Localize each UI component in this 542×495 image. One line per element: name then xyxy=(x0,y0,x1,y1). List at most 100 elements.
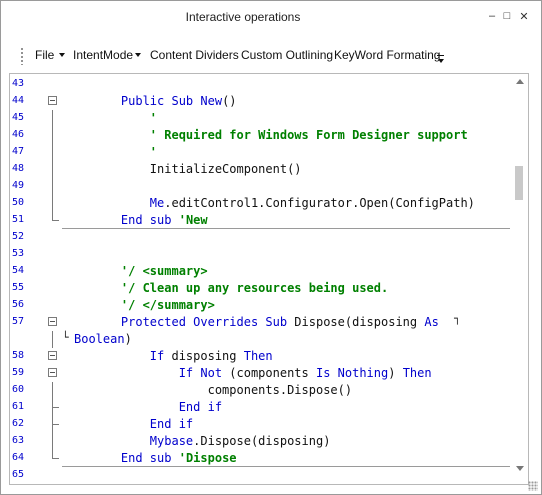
line-number: 59 xyxy=(12,367,25,378)
outline-guide xyxy=(52,161,53,178)
code-text: '/ </summary> xyxy=(120,298,215,312)
code-text: End sub 'New xyxy=(120,213,208,227)
file-dropdown-arrow-icon[interactable] xyxy=(59,53,65,57)
code-text: End if xyxy=(149,417,194,431)
code-text: Mybase.Dispose(disposing) xyxy=(149,434,331,448)
code-line[interactable]: 47 ' xyxy=(10,144,510,161)
outline-end-tick xyxy=(52,407,59,408)
line-number: 55 xyxy=(12,282,25,293)
line-number: 48 xyxy=(12,163,25,174)
line-number: 62 xyxy=(12,418,25,429)
code-editor[interactable]: 43 44 Public Sub New() 45 ' 46 ' Required f… xyxy=(9,73,529,485)
code-line[interactable]: 44 Public Sub New() xyxy=(10,93,510,110)
outline-end-tick xyxy=(52,220,59,221)
vertical-scrollbar[interactable] xyxy=(511,74,528,484)
outline-guide xyxy=(52,178,53,195)
line-number: 46 xyxy=(12,129,25,140)
code-text: '/ <summary> xyxy=(120,264,208,278)
code-text: ' Required for Windows Form Designer sup… xyxy=(149,128,468,142)
code-text: Public Sub New() xyxy=(120,94,237,108)
app-window: Interactive operations – □ ✕ File Intent… xyxy=(0,0,542,495)
code-line[interactable]: 61 End if xyxy=(10,399,510,416)
code-text: Protected Overrides Sub Dispose(disposin… xyxy=(120,315,439,329)
code-line[interactable]: 51 End sub 'New xyxy=(10,212,510,229)
word-wrap-icon: ┐ xyxy=(454,312,461,325)
code-line[interactable]: 64 End sub 'Dispose xyxy=(10,450,510,467)
maximize-button[interactable]: □ xyxy=(500,9,514,23)
collapse-icon[interactable] xyxy=(48,317,57,326)
code-line[interactable]: 55 '/ Clean up any resources being used. xyxy=(10,280,510,297)
menu-custom-outlining[interactable]: Custom Outlining xyxy=(241,48,333,62)
code-line[interactable]: 52 xyxy=(10,229,510,246)
line-number: 60 xyxy=(12,384,25,395)
outline-guide xyxy=(52,433,53,450)
line-number: 45 xyxy=(12,112,25,123)
scroll-down-icon[interactable] xyxy=(516,466,524,471)
line-number: 44 xyxy=(12,95,25,106)
line-number: 63 xyxy=(12,435,25,446)
line-number: 61 xyxy=(12,401,25,412)
code-line[interactable]: 58 If disposing Then xyxy=(10,348,510,365)
code-line[interactable]: 49 xyxy=(10,178,510,195)
line-number: 58 xyxy=(12,350,25,361)
menu-content-dividers[interactable]: Content Dividers xyxy=(150,48,239,62)
line-number: 56 xyxy=(12,299,25,310)
code-line[interactable]: 48 InitializeComponent() xyxy=(10,161,510,178)
minimize-button[interactable]: – xyxy=(485,9,499,23)
line-number: 43 xyxy=(12,78,25,89)
code-text: Boolean) xyxy=(74,332,132,346)
code-line[interactable]: 59 If Not (components Is Nothing) Then xyxy=(10,365,510,382)
title-bar[interactable]: Interactive operations – □ ✕ xyxy=(1,1,541,33)
outline-guide xyxy=(52,127,53,144)
outline-end-tick xyxy=(52,458,59,459)
word-wrap-continuation-icon: └ xyxy=(62,331,69,344)
menu-bar: File IntentMode Content Dividers Custom … xyxy=(1,45,541,69)
toolbar-overflow-icon[interactable] xyxy=(437,55,445,67)
code-line[interactable]: 54 '/ <summary> xyxy=(10,263,510,280)
line-number: 49 xyxy=(12,180,25,191)
menu-intentmode[interactable]: IntentMode xyxy=(73,48,133,62)
outline-guide xyxy=(52,382,53,399)
code-line[interactable]: 57 Protected Overrides Sub Dispose(dispo… xyxy=(10,312,510,331)
collapse-icon[interactable] xyxy=(48,96,57,105)
line-number: 50 xyxy=(12,197,25,208)
outline-end-tick xyxy=(52,424,59,425)
code-line[interactable]: 46 ' Required for Windows Form Designer … xyxy=(10,127,510,144)
code-line[interactable]: 50 Me.editControl1.Configurator.Open(Con… xyxy=(10,195,510,212)
code-line[interactable]: 63 Mybase.Dispose(disposing) xyxy=(10,433,510,450)
scroll-up-icon[interactable] xyxy=(516,79,524,84)
line-number: 51 xyxy=(12,214,25,225)
collapse-icon[interactable] xyxy=(48,368,57,377)
code-line[interactable]: 45 ' xyxy=(10,110,510,127)
code-text: End if xyxy=(178,400,223,414)
toolbar-grip[interactable] xyxy=(20,47,24,65)
code-line[interactable]: 53 xyxy=(10,246,510,263)
menu-file[interactable]: File xyxy=(35,48,54,62)
code-line[interactable]: 62 End if xyxy=(10,416,510,433)
outline-guide xyxy=(52,144,53,161)
code-text: ' xyxy=(149,111,158,125)
intentmode-dropdown-arrow-icon[interactable] xyxy=(135,53,141,57)
scrollbar-thumb[interactable] xyxy=(515,166,523,200)
menu-keyword-formating[interactable]: KeyWord Formating xyxy=(334,48,440,62)
line-number: 64 xyxy=(12,452,25,463)
code-line[interactable]: 56 '/ </summary> xyxy=(10,297,510,314)
line-number: 53 xyxy=(12,248,25,259)
line-number: 57 xyxy=(12,316,25,327)
code-text: InitializeComponent() xyxy=(92,162,302,176)
window-title: Interactive operations xyxy=(185,10,301,24)
collapse-icon[interactable] xyxy=(48,351,57,360)
code-text: If Not (components Is Nothing) Then xyxy=(178,366,432,380)
resize-grip-icon[interactable] xyxy=(528,481,538,491)
line-number: 52 xyxy=(12,231,25,242)
code-line[interactable]: Boolean) └ xyxy=(10,331,510,348)
outline-guide xyxy=(52,195,53,212)
code-text: If disposing Then xyxy=(149,349,273,363)
code-text: ' xyxy=(149,145,158,159)
code-line[interactable]: 60 components.Dispose() xyxy=(10,382,510,399)
line-number: 47 xyxy=(12,146,25,157)
code-line[interactable]: 43 xyxy=(10,76,510,93)
close-button[interactable]: ✕ xyxy=(517,9,531,23)
code-text: components.Dispose() xyxy=(92,383,353,397)
code-line[interactable]: 65 xyxy=(10,467,510,484)
